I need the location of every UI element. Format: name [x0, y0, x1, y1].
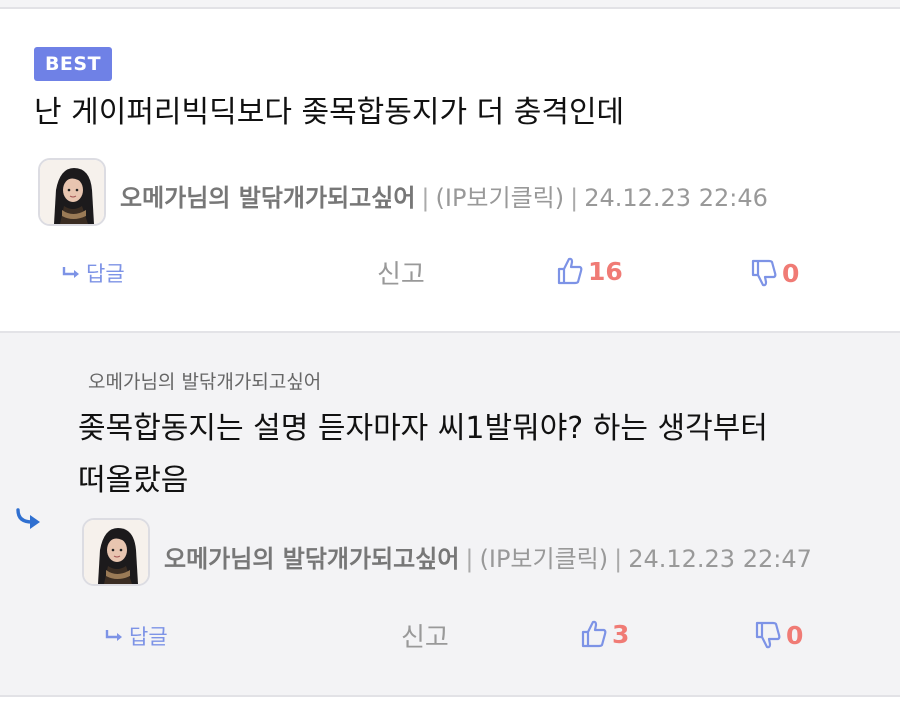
comment-text: 난 게이퍼리빅딕보다 좆목합동지가 더 충격인데 [34, 95, 625, 130]
dislike-button[interactable]: 0 [750, 258, 799, 288]
like-count: 16 [588, 256, 623, 286]
comment-text-line: 떠올랐음 [78, 463, 189, 498]
report-label: 신고 [377, 260, 425, 290]
dislike-button[interactable]: 0 [754, 620, 803, 650]
author-name[interactable]: 오메가님의 발닦개가되고싶어 [164, 545, 459, 573]
report-label: 신고 [401, 623, 449, 653]
avatar[interactable] [82, 518, 150, 586]
report-button[interactable]: 신고 [377, 254, 425, 291]
reply-button[interactable]: 답글 [62, 258, 125, 288]
thumbs-up-icon [581, 620, 607, 648]
reply-label: 답글 [129, 625, 168, 649]
like-count: 3 [612, 619, 630, 649]
report-button[interactable]: 신고 [401, 617, 449, 654]
timestamp: 24.12.23 22:47 [628, 545, 812, 573]
ip-link[interactable]: (IP보기클릭) [436, 184, 565, 212]
comment-meta: 오메가님의 발닦개가되고싶어 | (IP보기클릭) | 24.12.23 22:46 [120, 178, 768, 213]
separator: | [614, 545, 623, 573]
reply-to-author: 오메가님의 발닦개가되고싶어 [88, 371, 322, 393]
dislike-count: 0 [786, 620, 804, 650]
reply-arrow-icon [105, 630, 122, 641]
comment-text-line: 좆목합동지는 설명 듣자마자 씨1발뭐야? 하는 생각부터 [78, 411, 768, 446]
author-name[interactable]: 오메가님의 발닦개가되고싶어 [120, 184, 415, 212]
comment-text: 좆목합동지는 설명 듣자마자 씨1발뭐야? 하는 생각부터 떠올랐음 [78, 403, 878, 507]
top-divider [0, 0, 900, 9]
like-button[interactable]: 16 [556, 256, 623, 286]
reply-indicator-icon [16, 508, 40, 529]
thumbs-down-icon [751, 259, 777, 287]
ip-link[interactable]: (IP보기클릭) [480, 545, 609, 573]
separator: | [570, 184, 579, 212]
reply-arrow-icon [62, 267, 79, 278]
reply-button[interactable]: 답글 [105, 621, 168, 651]
thumbs-up-icon [557, 257, 583, 285]
comment-meta: 오메가님의 발닦개가되고싶어 | (IP보기클릭) | 24.12.23 22:47 [164, 539, 812, 574]
thumbs-down-icon [755, 621, 781, 649]
avatar[interactable] [38, 158, 106, 226]
separator: | [421, 184, 430, 212]
timestamp: 24.12.23 22:46 [584, 184, 768, 212]
reply-label: 답글 [86, 262, 125, 286]
best-badge: BEST [34, 47, 112, 81]
bottom-divider [0, 695, 900, 707]
like-button[interactable]: 3 [580, 619, 629, 649]
separator: | [465, 545, 474, 573]
dislike-count: 0 [782, 258, 800, 288]
